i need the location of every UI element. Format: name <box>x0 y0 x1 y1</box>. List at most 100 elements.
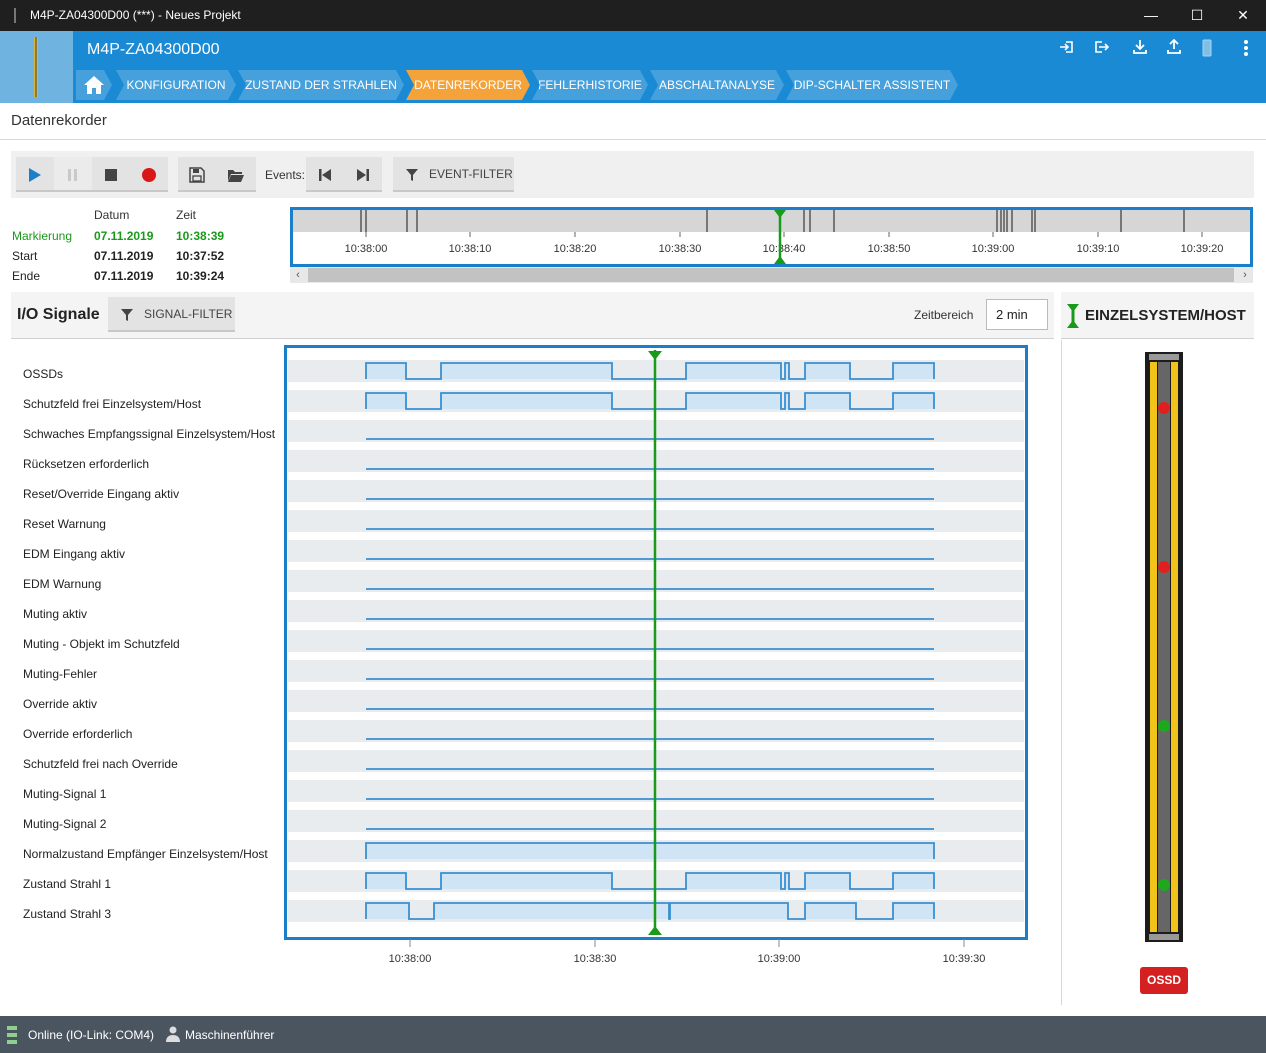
signal-fill <box>686 393 781 409</box>
signal-label: Normalzustand Empfänger Einzelsystem/Hos… <box>23 847 268 861</box>
home-icon <box>83 75 105 95</box>
signal-label: Zustand Strahl 3 <box>23 907 112 921</box>
overview-tick: 10:38:20 <box>554 243 597 255</box>
signal-label: Schwaches Empfangssignal Einzelsystem/Ho… <box>23 427 276 441</box>
signal-filter-button[interactable]: SIGNAL-FILTER <box>108 297 235 332</box>
col-zeit-header: Zeit <box>176 208 197 222</box>
prev-event-icon <box>319 169 331 181</box>
signal-label: OSSDs <box>23 367 64 381</box>
open-button[interactable] <box>216 157 256 192</box>
signal-label: Reset Warnung <box>23 517 106 531</box>
signal-fill <box>805 873 850 889</box>
tab-konfiguration[interactable]: KONFIGURATION <box>116 70 236 100</box>
pause-button[interactable] <box>54 157 92 192</box>
time-tick-label: 10:38:30 <box>574 953 617 965</box>
play-button[interactable] <box>16 157 54 192</box>
record-button[interactable] <box>130 157 168 192</box>
connection-status: Online (IO-Link: COM4) <box>28 1028 155 1042</box>
upload-icon[interactable] <box>1163 38 1185 61</box>
stop-icon <box>105 169 117 181</box>
ossd-status-badge: OSSD <box>1140 967 1188 994</box>
logout-icon[interactable] <box>1090 39 1112 61</box>
close-button[interactable]: ✕ <box>1220 0 1266 31</box>
time-tick-label: 10:39:00 <box>758 953 801 965</box>
device-icon[interactable] <box>1196 39 1218 61</box>
prev-event-button[interactable] <box>306 157 344 192</box>
save-button[interactable] <box>178 157 216 192</box>
signal-fill <box>434 903 669 919</box>
next-event-icon <box>357 169 369 181</box>
save-icon <box>189 167 205 183</box>
zeitbereich-input[interactable]: 2 min <box>986 299 1048 330</box>
start-row-datum: 07.11.2019 <box>94 249 154 263</box>
connection-icon <box>7 1026 17 1044</box>
signal-fill <box>366 393 406 409</box>
minimize-button[interactable]: — <box>1128 0 1174 31</box>
overview-tick: 10:39:00 <box>972 243 1015 255</box>
signal-fill <box>441 873 612 889</box>
record-icon <box>142 168 156 182</box>
scroll-right-icon[interactable]: › <box>1237 267 1253 283</box>
window-title-bar: M4P-ZA04300D00 (***) - Neues Projekt — ☐… <box>0 0 1266 31</box>
user-role[interactable]: Maschinenführer <box>185 1028 274 1042</box>
signal-fill <box>366 363 406 379</box>
light-curtain-illustration <box>1145 352 1183 942</box>
signal-fill <box>366 873 406 889</box>
app-icon <box>14 8 16 23</box>
scroll-left-icon[interactable]: ‹ <box>290 267 306 283</box>
device-thumbnail <box>0 31 73 103</box>
tab-dip-schalter-assistent[interactable]: DIP-SCHALTER ASSISTENT <box>786 70 958 100</box>
more-icon[interactable] <box>1235 39 1257 61</box>
next-event-button[interactable] <box>344 157 382 192</box>
signal-fill <box>805 363 850 379</box>
signal-label: EDM Warnung <box>23 577 102 591</box>
window-title: M4P-ZA04300D00 (***) - Neues Projekt <box>30 8 241 22</box>
project-name: M4P-ZA04300D00 <box>87 41 220 58</box>
divider <box>0 139 1266 140</box>
event-filter-button[interactable]: EVENT-FILTER <box>393 157 514 192</box>
signal-chart[interactable]: 10:38:00 10:38:30 10:39:00 10:39:30 <box>284 345 1028 975</box>
light-curtain-icon <box>34 37 38 97</box>
signal-label: EDM Eingang aktiv <box>23 547 126 561</box>
signal-fill <box>366 903 409 919</box>
zeitbereich-label: Zeitbereich <box>914 308 974 322</box>
signal-label: Muting - Objekt im Schutzfeld <box>23 637 180 651</box>
tab-zustand-der-strahlen[interactable]: ZUSTAND DER STRAHLEN <box>238 70 404 100</box>
download-icon[interactable] <box>1129 39 1151 61</box>
tab-home[interactable] <box>76 70 112 100</box>
signal-fill <box>805 903 856 919</box>
user-icon <box>166 1026 180 1042</box>
overview-timeline[interactable]: 10:38:00 10:38:10 10:38:20 10:38:30 10:3… <box>290 207 1253 267</box>
signal-label: Override aktiv <box>23 697 98 711</box>
overview-scrollbar[interactable]: ‹ › <box>290 267 1253 283</box>
marker-row-label: Markierung <box>12 229 73 243</box>
signal-fill <box>893 903 934 919</box>
maximize-button[interactable]: ☐ <box>1174 0 1220 31</box>
stop-button[interactable] <box>92 157 130 192</box>
pause-icon <box>68 169 77 181</box>
beam-led-red <box>1158 402 1170 414</box>
marker-row-zeit: 10:38:39 <box>176 229 225 243</box>
event-filter-label: EVENT-FILTER <box>429 167 513 181</box>
overview-tick: 10:39:20 <box>1181 243 1224 255</box>
tab-abschaltanalyse[interactable]: ABSCHALTANALYSE <box>650 70 784 100</box>
signal-fill <box>670 903 788 919</box>
open-icon <box>228 170 244 182</box>
scrollbar-thumb[interactable] <box>308 268 1234 282</box>
tab-datenrekorder[interactable]: DATENREKORDER <box>406 70 530 100</box>
signal-label: Rücksetzen erforderlich <box>23 457 150 471</box>
app-header: M4P-ZA04300D00 KONFIGURATION ZUSTAND DER… <box>0 31 1266 103</box>
login-icon[interactable] <box>1056 39 1078 61</box>
signal-label: Muting-Signal 2 <box>23 817 107 831</box>
play-icon <box>29 168 41 182</box>
signal-fill <box>686 363 781 379</box>
marker-icon <box>1067 304 1079 328</box>
signal-filter-label: SIGNAL-FILTER <box>144 307 233 321</box>
signal-fill <box>805 393 850 409</box>
tab-fehlerhistorie[interactable]: FEHLERHISTORIE <box>532 70 648 100</box>
events-label: Events: <box>265 168 306 182</box>
end-row-zeit: 10:39:24 <box>176 269 225 283</box>
overview-tick: 10:38:30 <box>659 243 702 255</box>
marker-row-datum: 07.11.2019 <box>94 229 154 243</box>
beam-led-green <box>1158 879 1170 891</box>
